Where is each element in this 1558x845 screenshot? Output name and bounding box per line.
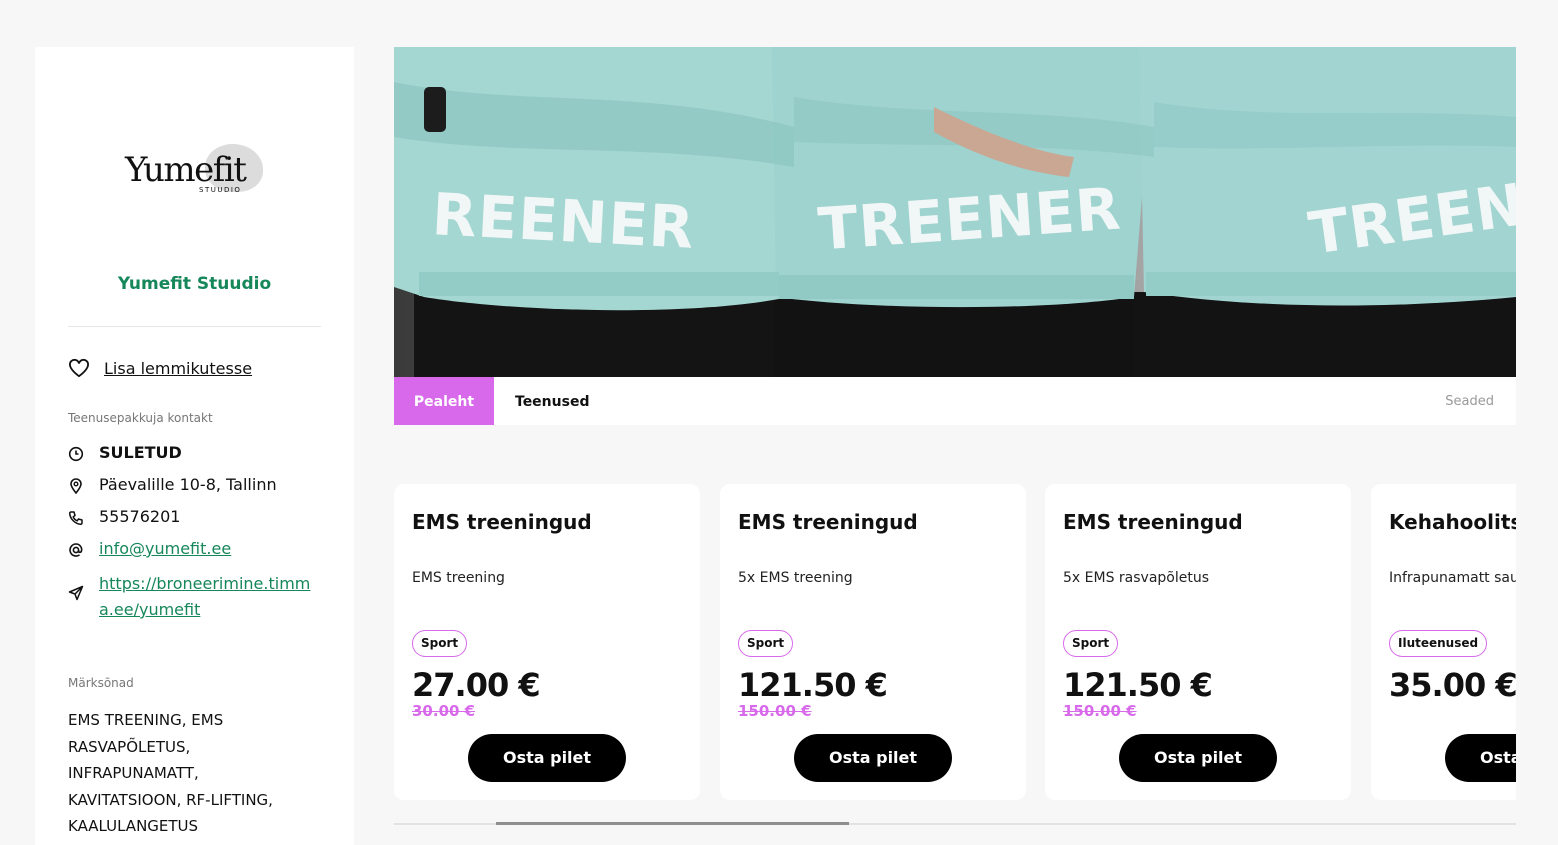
category-badge: Sport [412,630,468,657]
phone-row: 55576201 [68,507,180,526]
carousel-scrollbar[interactable] [394,822,1516,825]
card-old-price: 150.00 € [1063,702,1137,720]
location-pin-icon [70,478,82,494]
service-card[interactable]: EMS treeningud 5x EMS rasvapõletus Sport… [1045,484,1351,800]
category-badge: Sport [738,630,794,657]
card-price: 121.50 € [738,666,888,704]
phone-text: 55576201 [99,507,181,526]
card-description: Infrapunamatt sauna [1389,570,1516,586]
address-text: Päevalille 10-8, Tallinn [99,475,277,494]
send-icon [68,585,84,601]
card-description: 5x EMS rasvapõletus [1063,570,1210,586]
add-favorite-label: Lisa lemmikutesse [104,358,253,378]
clock-icon [68,446,84,462]
tab-settings[interactable]: Seaded [1445,377,1494,425]
heart-icon [69,358,89,378]
category-badge: Sport [1063,630,1119,657]
card-title: EMS treeningud [412,510,592,534]
phone-icon [68,511,83,526]
brand-logo: Yumefit STUUDIO [125,142,265,202]
website-row: https://broneerimine.timma.ee/yumefit [68,574,314,623]
logo-subtitle: STUUDIO [199,186,242,194]
card-title: Kehahoolitsus [1389,510,1516,534]
hero-image: REENER TREENER TREENER [394,47,1516,377]
card-price: 121.50 € [1063,666,1213,704]
shirt-print-1: REENER [430,180,697,262]
buy-ticket-button[interactable]: Osta pilet [1119,734,1277,782]
at-icon [69,543,83,557]
opening-status: SULETUD [68,443,182,462]
address-row: Päevalille 10-8, Tallinn [68,475,277,494]
card-title: EMS treeningud [1063,510,1243,534]
provider-name: Yumefit Stuudio [117,274,272,294]
add-favorite-button[interactable]: Lisa lemmikutesse [68,358,252,378]
contact-heading: Teenusepakkuja kontakt [68,411,213,425]
keywords-heading: Märksõnad [68,676,134,690]
status-text: SULETUD [99,443,182,462]
card-old-price: 30.00 € [412,702,476,720]
tab-home[interactable]: Pealeht [394,377,494,425]
carousel-scroll-thumb[interactable] [496,822,849,825]
card-title: EMS treeningud [738,510,918,534]
card-price: 27.00 € [412,666,541,704]
buy-ticket-button[interactable]: Osta pilet [794,734,952,782]
service-card[interactable]: EMS treeningud EMS treening Sport 27.00 … [394,484,700,800]
tab-services[interactable]: Teenused [515,377,589,425]
buy-ticket-button[interactable]: Osta pilet [468,734,626,782]
service-card[interactable]: EMS treeningud 5x EMS treening Sport 121… [720,484,1026,800]
keywords-text: EMS TREENING, EMS RASVAPÕLETUS, INFRAPUN… [68,711,273,835]
service-card[interactable]: Kehahoolitsus Infrapunamatt sauna Ilutee… [1371,484,1516,800]
email-link[interactable]: info@yumefit.ee [99,539,231,558]
provider-sidebar: Yumefit STUUDIO Yumefit Stuudio Lisa lem… [35,47,354,845]
buy-ticket-button[interactable]: Osta pilet [1445,734,1516,782]
card-old-price: 150.00 € [738,702,812,720]
divider [68,326,321,327]
category-badge: Iluteenused [1389,630,1488,657]
provider-tabs: Pealeht Teenused Seaded [394,377,1516,425]
card-description: EMS treening [412,570,505,586]
email-row: info@yumefit.ee [68,539,231,558]
card-description: 5x EMS treening [738,570,853,586]
service-cards-carousel: EMS treeningud EMS treening Sport 27.00 … [394,484,1516,801]
card-price: 35.00 € [1389,666,1516,704]
logo-wordmark: Yumefit [125,150,247,190]
website-link[interactable]: https://broneerimine.timma.ee/yumefit [99,571,314,623]
